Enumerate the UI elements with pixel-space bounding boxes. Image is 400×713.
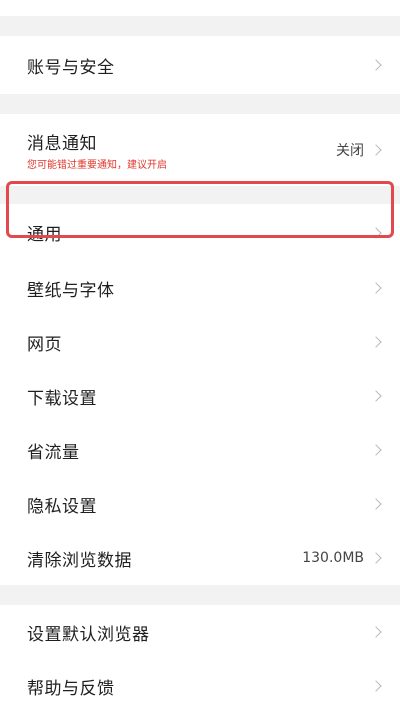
chevron-right-icon [370, 626, 382, 638]
group-notification: 消息通知 您可能错过重要通知，建议开启 关闭 [0, 114, 400, 186]
save-data-label: 省流量 [27, 442, 80, 463]
privacy-settings-label: 隐私设置 [27, 496, 97, 517]
notification-warning: 您可能错过重要通知，建议开启 [27, 160, 167, 171]
group-settings: 通用 壁纸与字体 网页 下载设置 省流量 隐私设置 清除浏览数据 130.0MB [0, 204, 400, 585]
chevron-right-icon [370, 144, 382, 156]
save-data-row[interactable]: 省流量 [0, 423, 400, 477]
default-browser-label: 设置默认浏览器 [27, 624, 150, 645]
wallpaper-font-label: 壁纸与字体 [27, 280, 115, 301]
default-browser-row[interactable]: 设置默认浏览器 [0, 605, 400, 659]
help-feedback-row[interactable]: 帮助与反馈 [0, 659, 400, 713]
top-bar [0, 0, 400, 16]
general-label: 通用 [27, 225, 62, 245]
section-gap [0, 16, 400, 36]
chevron-right-icon [370, 680, 382, 692]
section-gap [0, 585, 400, 605]
clear-data-label: 清除浏览数据 [27, 550, 132, 571]
webpage-label: 网页 [27, 334, 62, 355]
notification-label: 消息通知 [27, 134, 97, 154]
download-settings-row[interactable]: 下载设置 [0, 369, 400, 423]
chevron-right-icon [370, 444, 382, 456]
group-other: 设置默认浏览器 帮助与反馈 [0, 605, 400, 713]
account-security-label: 账号与安全 [27, 57, 115, 78]
notification-status: 关闭 [336, 143, 364, 159]
help-feedback-label: 帮助与反馈 [27, 678, 115, 699]
download-settings-label: 下载设置 [27, 388, 97, 409]
section-gap [0, 94, 400, 114]
account-security-row[interactable]: 账号与安全 [0, 36, 400, 94]
chevron-right-icon [370, 336, 382, 348]
section-gap [0, 186, 400, 204]
webpage-row[interactable]: 网页 [0, 315, 400, 369]
chevron-right-icon [370, 282, 382, 294]
chevron-right-icon [370, 390, 382, 402]
chevron-right-icon [370, 226, 382, 239]
clear-data-size: 130.0MB [302, 550, 364, 566]
chevron-right-icon [370, 59, 382, 71]
general-row[interactable]: 通用 [0, 204, 400, 261]
chevron-right-icon [370, 498, 382, 510]
wallpaper-font-row[interactable]: 壁纸与字体 [0, 261, 400, 315]
notification-row[interactable]: 消息通知 您可能错过重要通知，建议开启 关闭 [0, 114, 400, 186]
privacy-settings-row[interactable]: 隐私设置 [0, 477, 400, 531]
group-account: 账号与安全 [0, 36, 400, 94]
chevron-right-icon [370, 552, 382, 564]
clear-data-row[interactable]: 清除浏览数据 130.0MB [0, 531, 400, 585]
